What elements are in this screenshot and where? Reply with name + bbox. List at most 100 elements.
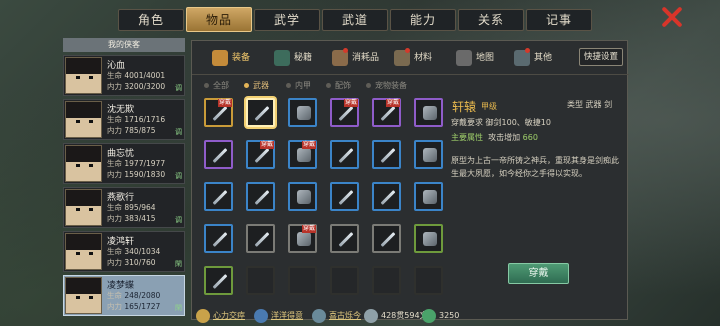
main-attr-value: 660: [522, 133, 538, 142]
subtab-label: 其他: [534, 53, 553, 63]
inventory-panel: 快捷设置 装备 秘籍 消耗品 材料 地图 其他 全部 武器 内甲 配饰 宠物装备 穿戴 穿戴 穿戴 穿戴…: [191, 40, 629, 320]
character-list: 我的侠客 沁血 生命 4001/4001 内力 3200/3200 调沈无欺 生命 17…: [63, 38, 185, 316]
item-slot[interactable]: [204, 266, 233, 295]
armor-icon: [297, 148, 311, 162]
filter-option[interactable]: 武器: [244, 80, 269, 91]
filter-option[interactable]: 宠物装备: [366, 80, 407, 91]
status-item[interactable]: 洋洋得意: [253, 309, 303, 323]
subtab-0[interactable]: 装备: [210, 48, 250, 68]
subtab-label: 材料: [414, 53, 433, 63]
item-slot[interactable]: [246, 98, 275, 127]
item-slot[interactable]: [204, 182, 233, 211]
item-slot[interactable]: 穿戴: [372, 98, 401, 127]
status-item[interactable]: 喜古烁今: [311, 309, 361, 323]
equip-icon: [212, 50, 228, 66]
item-slot[interactable]: 穿戴: [330, 98, 359, 127]
subtab-4[interactable]: 地图: [454, 48, 494, 68]
item-slot[interactable]: [288, 98, 317, 127]
mp-value: 165/1727: [124, 302, 161, 311]
wear-tag: 穿戴: [301, 225, 316, 233]
item-slot[interactable]: [372, 182, 401, 211]
item-slot[interactable]: 穿戴: [288, 140, 317, 169]
equip-button[interactable]: 穿戴: [508, 263, 569, 284]
filter-option[interactable]: 内甲: [286, 80, 311, 91]
character-card[interactable]: 沈无欺 生命 1716/1716 内力 785/875 调: [63, 99, 185, 140]
filter-option[interactable]: 配饰: [326, 80, 351, 91]
character-portrait: [65, 189, 102, 226]
character-hp: 生命 1977/1977: [107, 158, 165, 169]
item-slot[interactable]: [414, 182, 443, 211]
character-card[interactable]: 凌鸿轩 生命 340/1034 内力 310/760 閑: [63, 231, 185, 272]
portrait-hair: [66, 190, 101, 206]
hp-label: 生命: [107, 159, 122, 168]
hp-value: 1977/1977: [124, 159, 166, 168]
tab-3[interactable]: 武道: [322, 9, 388, 31]
close-icon[interactable]: [660, 6, 684, 28]
weapon-icon: [254, 106, 270, 121]
coin-icon: [364, 309, 378, 323]
notification-dot: [405, 48, 410, 53]
character-portrait: [65, 277, 102, 314]
item-main-attr: 主要属性 攻击增加 660: [451, 132, 538, 143]
character-mp: 内力 310/760: [107, 257, 156, 268]
wear-tag: 穿戴: [301, 141, 316, 149]
item-slot[interactable]: [246, 224, 275, 253]
item-slot[interactable]: [414, 140, 443, 169]
tab-2[interactable]: 武学: [254, 9, 320, 31]
subtab-1[interactable]: 秘籍: [272, 48, 312, 68]
buff-icon: [196, 309, 210, 323]
item-slot[interactable]: [330, 140, 359, 169]
item-slot[interactable]: 穿戴: [204, 98, 233, 127]
item-slot[interactable]: [414, 224, 443, 253]
character-portrait: [65, 145, 102, 182]
character-mp: 内力 165/1727: [107, 301, 160, 312]
tab-1[interactable]: 物品: [186, 7, 252, 32]
subtab-label: 装备: [232, 53, 251, 63]
character-card[interactable]: 凌梦蝶 生命 248/2080 内力 165/1727 閑: [63, 275, 185, 316]
tab-6[interactable]: 记事: [526, 9, 592, 31]
empty-slot: [414, 266, 443, 295]
mp-label: 内力: [107, 170, 122, 179]
item-slot[interactable]: [330, 224, 359, 253]
weapon-icon: [380, 232, 396, 247]
subtab-5[interactable]: 其他: [512, 48, 552, 68]
character-card[interactable]: 沁血 生命 4001/4001 内力 3200/3200 调: [63, 55, 185, 96]
portrait-hair: [66, 146, 101, 162]
item-slot[interactable]: [204, 140, 233, 169]
status-item: 428贯594文: [363, 309, 428, 323]
armor-icon: [423, 106, 437, 120]
filter-option[interactable]: 全部: [204, 80, 229, 91]
tab-4[interactable]: 能力: [390, 9, 456, 31]
character-mp: 内力 785/875: [107, 125, 156, 136]
map-icon: [456, 50, 472, 66]
hp-value: 4001/4001: [124, 71, 166, 80]
character-card[interactable]: 燕歌行 生命 895/964 内力 383/415 调: [63, 187, 185, 228]
item-slot[interactable]: [330, 182, 359, 211]
main-attr-label: 主要属性: [451, 133, 483, 142]
item-slot[interactable]: 穿戴: [288, 224, 317, 253]
subtab-3[interactable]: 材料: [392, 48, 432, 68]
item-slot[interactable]: [204, 224, 233, 253]
character-hp: 生命 340/1034: [107, 246, 160, 257]
hp-label: 生命: [107, 291, 122, 300]
weapon-icon: [338, 106, 354, 121]
wear-tag: 穿戴: [385, 99, 400, 107]
buff-icon: [312, 309, 326, 323]
item-slot[interactable]: [246, 182, 275, 211]
character-card[interactable]: 曲忘忧 生命 1977/1977 内力 1590/1830 调: [63, 143, 185, 184]
weapon-icon: [212, 232, 228, 247]
tab-5[interactable]: 关系: [458, 9, 524, 31]
item-slot[interactable]: 穿戴: [246, 140, 275, 169]
item-slot[interactable]: [414, 98, 443, 127]
mp-value: 310/760: [124, 258, 156, 267]
item-slot[interactable]: [288, 182, 317, 211]
item-slot[interactable]: [372, 224, 401, 253]
armor-icon: [423, 148, 437, 162]
tab-0[interactable]: 角色: [118, 9, 184, 31]
status-item[interactable]: 心力交瘁: [195, 309, 245, 323]
quick-settings-button[interactable]: 快捷设置: [579, 48, 623, 66]
weapon-icon: [380, 148, 396, 163]
subtab-2[interactable]: 消耗品: [330, 48, 379, 68]
notification-dot: [343, 48, 348, 53]
item-slot[interactable]: [372, 140, 401, 169]
